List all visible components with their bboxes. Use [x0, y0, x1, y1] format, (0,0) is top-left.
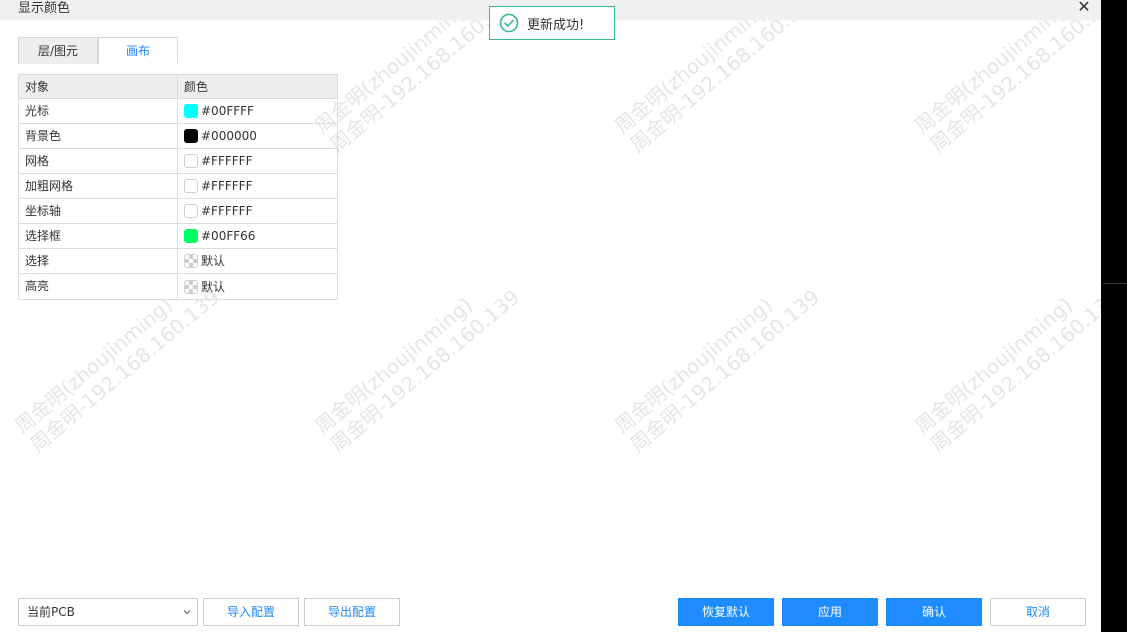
color-cell: #00FF66	[178, 224, 337, 248]
watermark: 周金明(zhoujinming) 周金明-192.168.160.139	[910, 284, 1101, 457]
color-cell: 默认	[178, 274, 337, 299]
chevron-down-icon	[183, 610, 191, 615]
table-row[interactable]: 加粗网格 #FFFFFF	[19, 174, 337, 199]
restore-default-button[interactable]: 恢复默认	[678, 598, 774, 626]
color-swatch[interactable]	[184, 129, 198, 143]
watermark: 周金明(zhoujinming) 周金明-192.168.160.139	[310, 284, 524, 457]
display-color-dialog: 周金明(zhoujinming) 周金明-192.168.160.139 周金明(…	[0, 0, 1101, 632]
table-row[interactable]: 背景色 #000000	[19, 124, 337, 149]
check-circle-icon	[499, 13, 519, 33]
color-value: #FFFFFF	[201, 179, 253, 193]
close-button[interactable]: ✕	[1074, 0, 1094, 16]
object-name: 坐标轴	[19, 199, 178, 223]
table-row[interactable]: 坐标轴 #FFFFFF	[19, 199, 337, 224]
color-swatch[interactable]	[184, 104, 198, 118]
color-swatch[interactable]	[184, 254, 198, 268]
watermark: 周金明(zhoujinming) 周金明-192.168.160.139	[910, 0, 1101, 157]
color-cell: #00FFFF	[178, 99, 337, 123]
scope-select[interactable]: 当前PCB	[18, 598, 198, 626]
color-value: #00FFFF	[201, 104, 254, 118]
scope-select-value: 当前PCB	[27, 605, 75, 619]
confirm-button[interactable]: 确认	[886, 598, 982, 626]
object-name: 高亮	[19, 274, 178, 299]
color-cell: #FFFFFF	[178, 174, 337, 198]
success-toast: 更新成功!	[489, 6, 615, 40]
tab-layers[interactable]: 层/图元	[18, 37, 98, 64]
cancel-button[interactable]: 取消	[990, 598, 1086, 626]
object-name: 选择框	[19, 224, 178, 248]
export-config-button[interactable]: 导出配置	[304, 598, 400, 626]
table-row[interactable]: 光标 #00FFFF	[19, 99, 337, 124]
object-name: 背景色	[19, 124, 178, 148]
object-name: 网格	[19, 149, 178, 173]
color-swatch[interactable]	[184, 179, 198, 193]
table-header: 对象 颜色	[19, 75, 337, 99]
color-value: #FFFFFF	[201, 154, 253, 168]
table-row[interactable]: 选择 默认	[19, 249, 337, 274]
table-row[interactable]: 高亮 默认	[19, 274, 337, 299]
color-value: #FFFFFF	[201, 204, 253, 218]
color-table: 对象 颜色 光标 #00FFFF 背景色 #000000 网格 #FFFFFF 加粗网格 #F…	[18, 74, 338, 300]
tab-canvas[interactable]: 画布	[98, 37, 178, 64]
object-name: 加粗网格	[19, 174, 178, 198]
color-value: #000000	[201, 129, 257, 143]
background-canvas-strip	[1101, 0, 1127, 632]
object-name: 光标	[19, 99, 178, 123]
color-value: 默认	[201, 254, 226, 268]
color-swatch[interactable]	[184, 154, 198, 168]
color-swatch[interactable]	[184, 204, 198, 218]
table-row[interactable]: 网格 #FFFFFF	[19, 149, 337, 174]
watermark: 周金明(zhoujinming) 周金明-192.168.160.139	[610, 284, 824, 457]
color-value: 默认	[201, 279, 226, 294]
color-cell: #000000	[178, 124, 337, 148]
divider	[1103, 283, 1127, 284]
color-value: #00FF66	[201, 229, 256, 243]
toast-message: 更新成功!	[527, 17, 585, 33]
column-header-color: 颜色	[184, 79, 209, 94]
import-config-button[interactable]: 导入配置	[203, 598, 299, 626]
color-cell: #FFFFFF	[178, 149, 337, 173]
color-swatch[interactable]	[184, 229, 198, 243]
apply-button[interactable]: 应用	[782, 598, 878, 626]
color-swatch[interactable]	[184, 279, 198, 294]
column-header-object: 对象	[19, 75, 178, 98]
object-name: 选择	[19, 249, 178, 273]
watermark: 周金明(zhoujinming) 周金明-192.168.160.139	[610, 0, 824, 157]
color-cell: #FFFFFF	[178, 199, 337, 223]
table-row[interactable]: 选择框 #00FF66	[19, 224, 337, 249]
color-cell: 默认	[178, 249, 337, 273]
dialog-title: 显示颜色	[18, 1, 71, 16]
